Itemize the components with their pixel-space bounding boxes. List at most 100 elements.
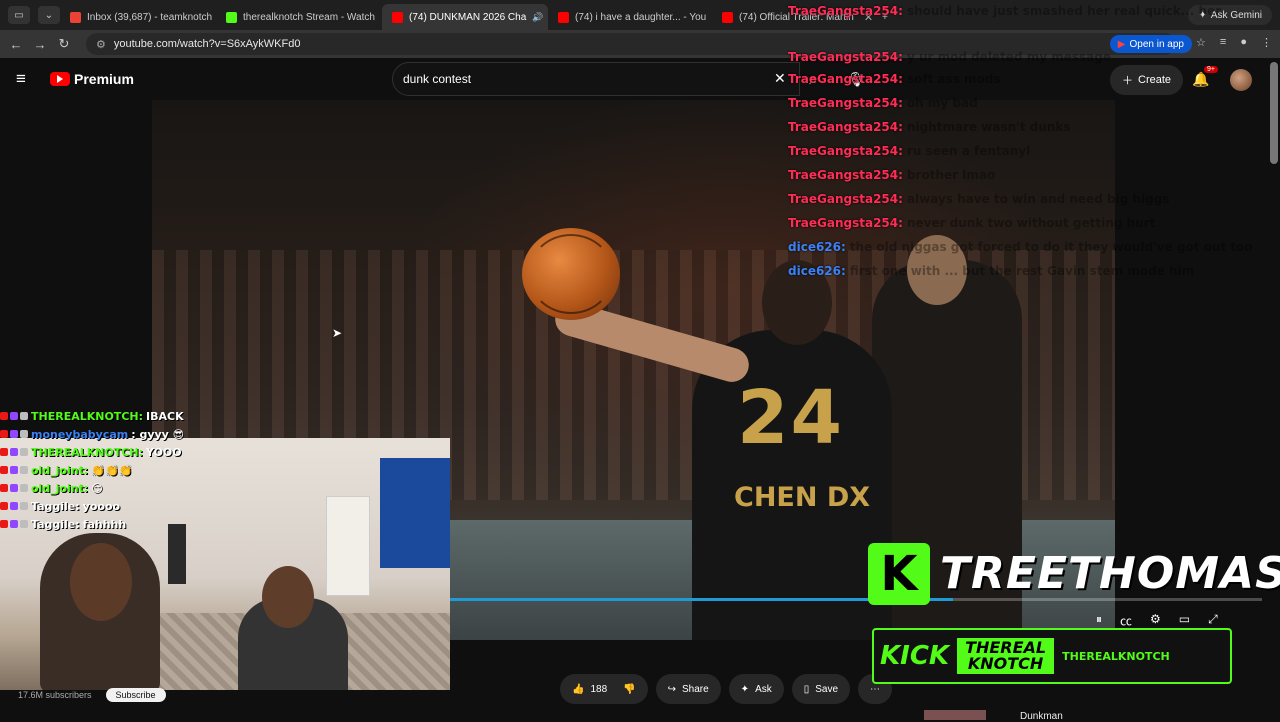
related-thumbnail[interactable]	[924, 710, 986, 720]
autoplay-toggle-icon[interactable]: ⏸	[1096, 612, 1102, 629]
chat-message: yoooo	[82, 499, 121, 513]
badge-icon	[0, 412, 8, 420]
chat-username: old_joint:	[31, 463, 89, 477]
hamburger-menu-icon[interactable]: ≡	[16, 70, 34, 88]
youtube-logo[interactable]: Premium	[50, 71, 134, 87]
browser-tab[interactable]: (74) i have a daughter... - You ✕	[548, 4, 712, 30]
chat-username: dice626:	[788, 240, 846, 254]
chat-username: THEREALKNOTCH:	[31, 409, 143, 423]
badge-icon	[0, 502, 8, 510]
chat-username: TraeGangsta254:	[788, 216, 903, 230]
chat-username: Taggile:	[31, 499, 80, 513]
chat-username: THEREALKNOTCH:	[31, 445, 143, 459]
browser-tab[interactable]: Inbox (39,687) - teamknotch ✕	[60, 4, 216, 30]
stream-chat-line: moneybabycam: gyyy 😎	[0, 425, 450, 443]
chat-username: TraeGangsta254:	[788, 144, 903, 158]
chat-badges-icon	[0, 484, 28, 492]
basketball	[522, 228, 620, 320]
captions-icon[interactable]: ㏄	[1120, 612, 1132, 629]
page-scrollbar[interactable]	[1270, 62, 1278, 164]
badge-icon	[10, 412, 18, 420]
chat-username: TraeGangsta254:	[788, 120, 903, 134]
badge-icon	[20, 520, 28, 528]
overlay-chat-line: TraeGangsta254: nightmare wasn't dunks	[788, 120, 1071, 134]
stream-chat-line: THEREALKNOTCH: YOOO	[0, 443, 450, 461]
overlay-chat-line: TraeGangsta254: brother lmao	[788, 168, 995, 182]
chat-username: TraeGangsta254:	[788, 4, 903, 18]
kick-icon	[226, 11, 237, 23]
back-icon[interactable]: ←	[4, 37, 28, 52]
badge-icon	[20, 448, 28, 456]
jersey-number: 24	[737, 375, 844, 461]
badge-icon	[20, 466, 28, 474]
stream-chat-line: Taggile: yoooo	[0, 497, 450, 515]
site-info-icon[interactable]: ⚙	[96, 38, 106, 51]
browser-tab-active[interactable]: (74) DUNKMAN 2026 Cha 🔊 ✕	[382, 4, 548, 30]
more-dots-icon: ⋯	[870, 683, 881, 695]
stream-chat-line: Taggile: fahhhh	[0, 515, 450, 533]
stream-chat-line: old_joint: 👏👏👏	[0, 461, 450, 479]
chat-badges-icon	[0, 448, 28, 456]
badge-icon	[0, 520, 8, 528]
overlay-chat-line: TraeGangsta254: should have just smashed …	[788, 4, 1221, 18]
overlay-chat-line: TraeGangsta254: ru seen a fentanyl	[788, 144, 1030, 158]
overlay-chat-line: TraeGangsta254: oh my bad	[788, 96, 978, 110]
audio-icon: 🔊	[532, 11, 544, 22]
browser-tab[interactable]: therealknotch Stream - Watch ✕	[216, 4, 382, 30]
overlay-chat-line: TraeGangsta254: always have to win and ne…	[788, 192, 1169, 206]
bookmark-icon: ▯	[803, 683, 810, 695]
youtube-icon	[558, 11, 569, 23]
youtube-icon	[392, 11, 403, 23]
kick-handle: THEREALKNOTCH	[1062, 649, 1170, 663]
chat-username: Taggile:	[31, 517, 80, 531]
badge-icon	[20, 412, 28, 420]
chat-message: ru seen a fentanyl	[906, 144, 1031, 158]
ask-button[interactable]: ✦ Ask	[728, 674, 784, 704]
chat-message: never dunk two without getting hurt	[906, 216, 1156, 230]
kick-banner: KICK THEREAL KNOTCH THEREALKNOTCH	[872, 628, 1232, 684]
theater-mode-icon[interactable]: ▭	[1179, 612, 1190, 629]
chat-message: the old niggas got forced to do it they …	[849, 240, 1253, 254]
reload-icon[interactable]: ↻	[52, 36, 76, 52]
chat-message: first one with ... but the rest Gavin st…	[849, 264, 1195, 278]
tab-search-icon[interactable]: ▭	[8, 6, 30, 24]
chat-message: 😏	[91, 481, 103, 495]
badge-icon	[0, 430, 8, 438]
stream-chat-line: old_joint: 😏	[0, 479, 450, 497]
settings-gear-icon[interactable]: ⚙	[1150, 612, 1161, 629]
badge-icon	[0, 484, 8, 492]
badge-icon	[10, 484, 18, 492]
stream-chat: THEREALKNOTCH: IBACK moneybabycam: gyyy 😎 T…	[0, 407, 450, 533]
fullscreen-icon[interactable]: ⤢	[1208, 612, 1218, 629]
share-arrow-icon: ↪	[667, 683, 676, 695]
jersey-name: CHEN DX	[734, 482, 871, 513]
kick-streamer-name: TREETHOMASX	[940, 548, 1280, 599]
chat-username: TraeGangsta254:	[788, 192, 903, 206]
save-button[interactable]: ▯ Save	[791, 674, 851, 704]
overlay-chat-line: dice626: the old niggas got forced to do …	[788, 240, 1253, 254]
share-button[interactable]: ↪ Share	[655, 674, 721, 704]
gmail-icon	[70, 11, 81, 23]
overlay-chat-line: TraeGangsta254: soft ass mods	[788, 72, 1001, 86]
chat-username: moneybabycam	[31, 427, 129, 441]
badge-icon	[10, 430, 18, 438]
chat-message: IBACK	[146, 409, 184, 423]
forward-icon[interactable]: →	[28, 37, 52, 52]
clear-search-icon[interactable]: ✕	[774, 70, 786, 87]
dislike-icon[interactable]: 👎	[623, 684, 635, 695]
overlay-chat-line: TraeGangsta254: y ur mod deleted my messa…	[788, 50, 1111, 64]
like-button[interactable]: 👍 188 👎	[560, 674, 648, 704]
video-actions: 👍 188 👎 ↪ Share ✦ Ask ▯ Save ⋯	[560, 674, 893, 704]
badge-icon	[20, 484, 28, 492]
overlay-chat-line: dice626: first one with ... but the rest …	[788, 264, 1194, 278]
tab-list-chevron-icon[interactable]: ⌄	[38, 6, 60, 24]
chat-message: brother lmao	[906, 168, 996, 182]
subscribe-button[interactable]: Subscribe	[105, 688, 166, 702]
related-title[interactable]: Dunkman	[1020, 711, 1063, 722]
kick-brand: KICK	[880, 641, 950, 671]
search-input[interactable]: dunk contest	[392, 62, 800, 96]
badge-icon	[20, 430, 28, 438]
chat-username: TraeGangsta254:	[788, 168, 903, 182]
player-controls: ⏸ ㏄ ⚙ ▭ ⤢	[1096, 612, 1218, 629]
chat-badges-icon	[0, 502, 28, 510]
